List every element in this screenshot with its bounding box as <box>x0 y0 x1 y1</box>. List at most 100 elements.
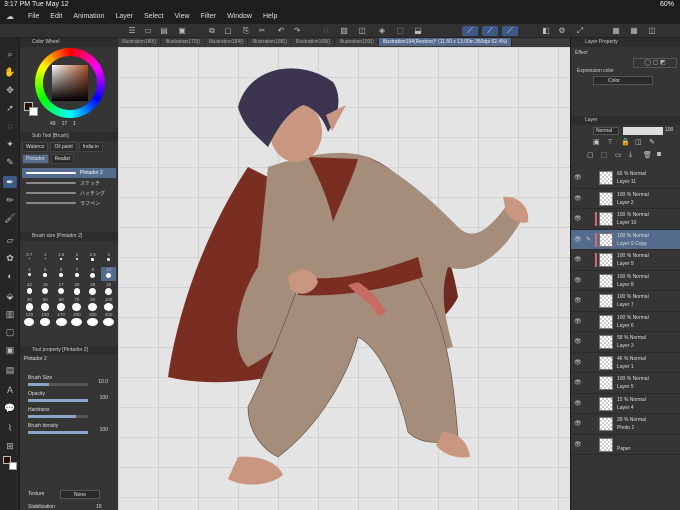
move-tool-icon[interactable]: ✥ <box>3 84 17 96</box>
undo-icon[interactable]: ↶ <box>275 26 287 36</box>
layout-icon[interactable]: ▦ <box>610 26 622 36</box>
gradient-tool-icon[interactable]: ▥ <box>3 308 17 320</box>
merge-down-icon[interactable]: ⤓ <box>629 151 632 159</box>
brush-item[interactable]: スケッチ <box>22 178 116 188</box>
mask-icon[interactable]: ◫ <box>635 138 642 146</box>
settings-icon[interactable]: ⚙ <box>556 26 568 36</box>
clip-icon[interactable]: ▣ <box>593 138 600 146</box>
zoom-tool-icon[interactable]: ⌕ <box>3 48 17 60</box>
document-tab[interactable]: Illustration193() <box>335 38 379 46</box>
menu-edit[interactable]: Edit <box>50 13 62 20</box>
visibility-eye-icon[interactable]: 👁 <box>574 174 582 181</box>
visibility-eye-icon[interactable]: 👁 <box>574 400 582 407</box>
invert-selection-icon[interactable]: ◫ <box>356 26 368 36</box>
menu-help[interactable]: Help <box>263 13 277 20</box>
sub-tool-group-tab[interactable]: Realist <box>50 154 74 164</box>
layer-mask-icon[interactable]: ◙ <box>657 151 661 158</box>
menu-icon[interactable]: ☰ <box>126 26 138 36</box>
visibility-eye-icon[interactable]: 👁 <box>574 420 582 427</box>
layer-row[interactable]: 👁 100 % Normal Layer 6 <box>571 312 680 332</box>
visibility-eye-icon[interactable]: 👁 <box>574 297 582 304</box>
document-tab[interactable]: Illustration188() <box>248 38 292 46</box>
visibility-eye-icon[interactable]: 👁 <box>574 379 582 386</box>
sub-color-swatch[interactable] <box>9 462 17 470</box>
tool-property-row[interactable]: Opacity 100 <box>22 390 116 406</box>
lock-icon[interactable]: 🔒 <box>621 138 630 146</box>
eraser-tool-icon[interactable]: ▱ <box>3 234 17 246</box>
pen-tool-icon[interactable]: ✒ <box>3 176 17 188</box>
stabilization-value[interactable]: 10 <box>96 504 102 510</box>
visibility-eye-icon[interactable]: 👁 <box>574 318 582 325</box>
layer-row[interactable]: 👁 100 % Normal Layer 7 <box>571 291 680 312</box>
effect-icons[interactable]: ◯ ▢ ◩ <box>633 58 677 68</box>
brush-size-preset[interactable]: 100 <box>101 297 116 311</box>
visibility-eye-icon[interactable]: 👁 <box>574 338 582 345</box>
menu-layer[interactable]: Layer <box>115 13 133 20</box>
brush-size-preset[interactable]: 10 <box>101 267 116 281</box>
brush-size-preset[interactable]: 8 <box>85 267 100 281</box>
clear-icon[interactable]: ▢ <box>222 26 234 36</box>
figure-tool-icon[interactable]: ▢ <box>3 326 17 338</box>
menu-select[interactable]: Select <box>144 13 163 20</box>
cut-icon[interactable]: ✂ <box>256 26 268 36</box>
sub-tool-group-tab[interactable]: India in <box>78 142 103 152</box>
save-icon[interactable]: ▣ <box>176 26 188 36</box>
brush-size-preset[interactable]: 250 <box>85 312 100 326</box>
grid-snap-icon[interactable]: ⟋ <box>502 26 518 36</box>
brush-size-preset[interactable]: 20 <box>69 282 84 296</box>
visibility-eye-icon[interactable]: 👁 <box>574 215 582 222</box>
document-tab[interactable]: Illustration168() <box>292 38 336 46</box>
expression-color-select[interactable]: Color <box>593 76 653 85</box>
layer-row[interactable]: 👁 15 % Normal Layer 4 <box>571 394 680 414</box>
operation-tool-icon[interactable]: ➚ <box>3 102 17 114</box>
layer-row[interactable]: 👁 Paper <box>571 435 680 455</box>
sub-tool-group-tab[interactable]: Oil paint <box>50 142 77 152</box>
document-tab[interactable]: Illustration194(Restore)* (11.50 x 13.00… <box>378 38 513 46</box>
open-file-icon[interactable]: ▤ <box>158 26 170 36</box>
layer-row[interactable]: 👁 100 % Normal Layer 10 <box>571 209 680 230</box>
layer-row[interactable]: 👁 100 % Normal Layer 9 <box>571 250 680 271</box>
layer-row[interactable]: 👁 66 % Normal Layer 11 <box>571 168 680 189</box>
new-vector-layer-icon[interactable]: ⬚ <box>601 151 608 159</box>
new-file-icon[interactable]: ▭ <box>142 26 154 36</box>
layer-row[interactable]: 👁 46 % Normal Layer 1 <box>571 353 680 373</box>
menu-file[interactable]: File <box>28 13 39 20</box>
panel-toggle-icon[interactable]: ◧ <box>540 26 552 36</box>
layer-row[interactable]: 👁 ✎ 100 % Normal Layer 9 Copy <box>571 229 680 250</box>
correct-line-tool-icon[interactable]: ⌇ <box>3 422 17 434</box>
brush-size-preset[interactable]: 1 <box>38 252 53 266</box>
brush-size-preset[interactable]: 60 <box>54 297 69 311</box>
ruler-snap-icon[interactable]: ⟋ <box>462 26 478 36</box>
layer-row[interactable]: 👁 100 % Normal Layer 5 <box>571 373 680 394</box>
tiles-icon[interactable]: ▦ <box>628 26 640 36</box>
layer-row[interactable]: 👁 58 % Normal Layer 3 <box>571 332 680 353</box>
eyedropper-icon[interactable]: ✎ <box>3 156 17 168</box>
deselect-icon[interactable]: ▨ <box>338 26 350 36</box>
document-tab[interactable]: Illustration184() <box>205 38 249 46</box>
transform-icon[interactable]: ⬚ <box>394 26 406 36</box>
fill-icon[interactable]: ◈ <box>376 26 388 36</box>
brush-size-preset[interactable]: 50 <box>38 297 53 311</box>
layer-row[interactable]: 👁 39 % Normal Photo 1 <box>571 414 680 435</box>
expand-icon[interactable]: ⤢ <box>574 26 586 36</box>
brush-size-preset[interactable]: 17 <box>54 282 69 296</box>
menu-view[interactable]: View <box>174 13 189 20</box>
blend-tool-icon[interactable]: ◐ <box>3 270 17 282</box>
draft-icon[interactable]: ✎ <box>649 138 655 146</box>
brush-item[interactable]: ラフペン <box>22 198 116 208</box>
text-tool-icon[interactable]: A <box>3 384 17 396</box>
document-tab[interactable]: Illustration180() <box>118 38 162 46</box>
layer-row[interactable]: 👁 100 % Normal Layer 8 <box>571 271 680 291</box>
reference-icon[interactable]: ⊤ <box>607 138 613 146</box>
tool-property-row[interactable]: Brush Size 10.0 <box>22 374 116 390</box>
brush-size-preset[interactable]: 5 <box>38 267 53 281</box>
visibility-eye-icon[interactable]: 👁 <box>574 256 582 263</box>
brush-item[interactable]: Pintador 2 <box>22 168 116 178</box>
fill-tool-icon[interactable]: ⬙ <box>3 290 17 302</box>
redo-icon[interactable]: ↷ <box>291 26 303 36</box>
brush-size-preset[interactable]: 30 <box>101 282 116 296</box>
tool-property-row[interactable]: Hardness <box>22 406 116 422</box>
paste-icon[interactable]: ⎘ <box>240 26 252 36</box>
magic-wand-icon[interactable]: ✦ <box>3 138 17 150</box>
menu-animation[interactable]: Animation <box>73 13 104 20</box>
